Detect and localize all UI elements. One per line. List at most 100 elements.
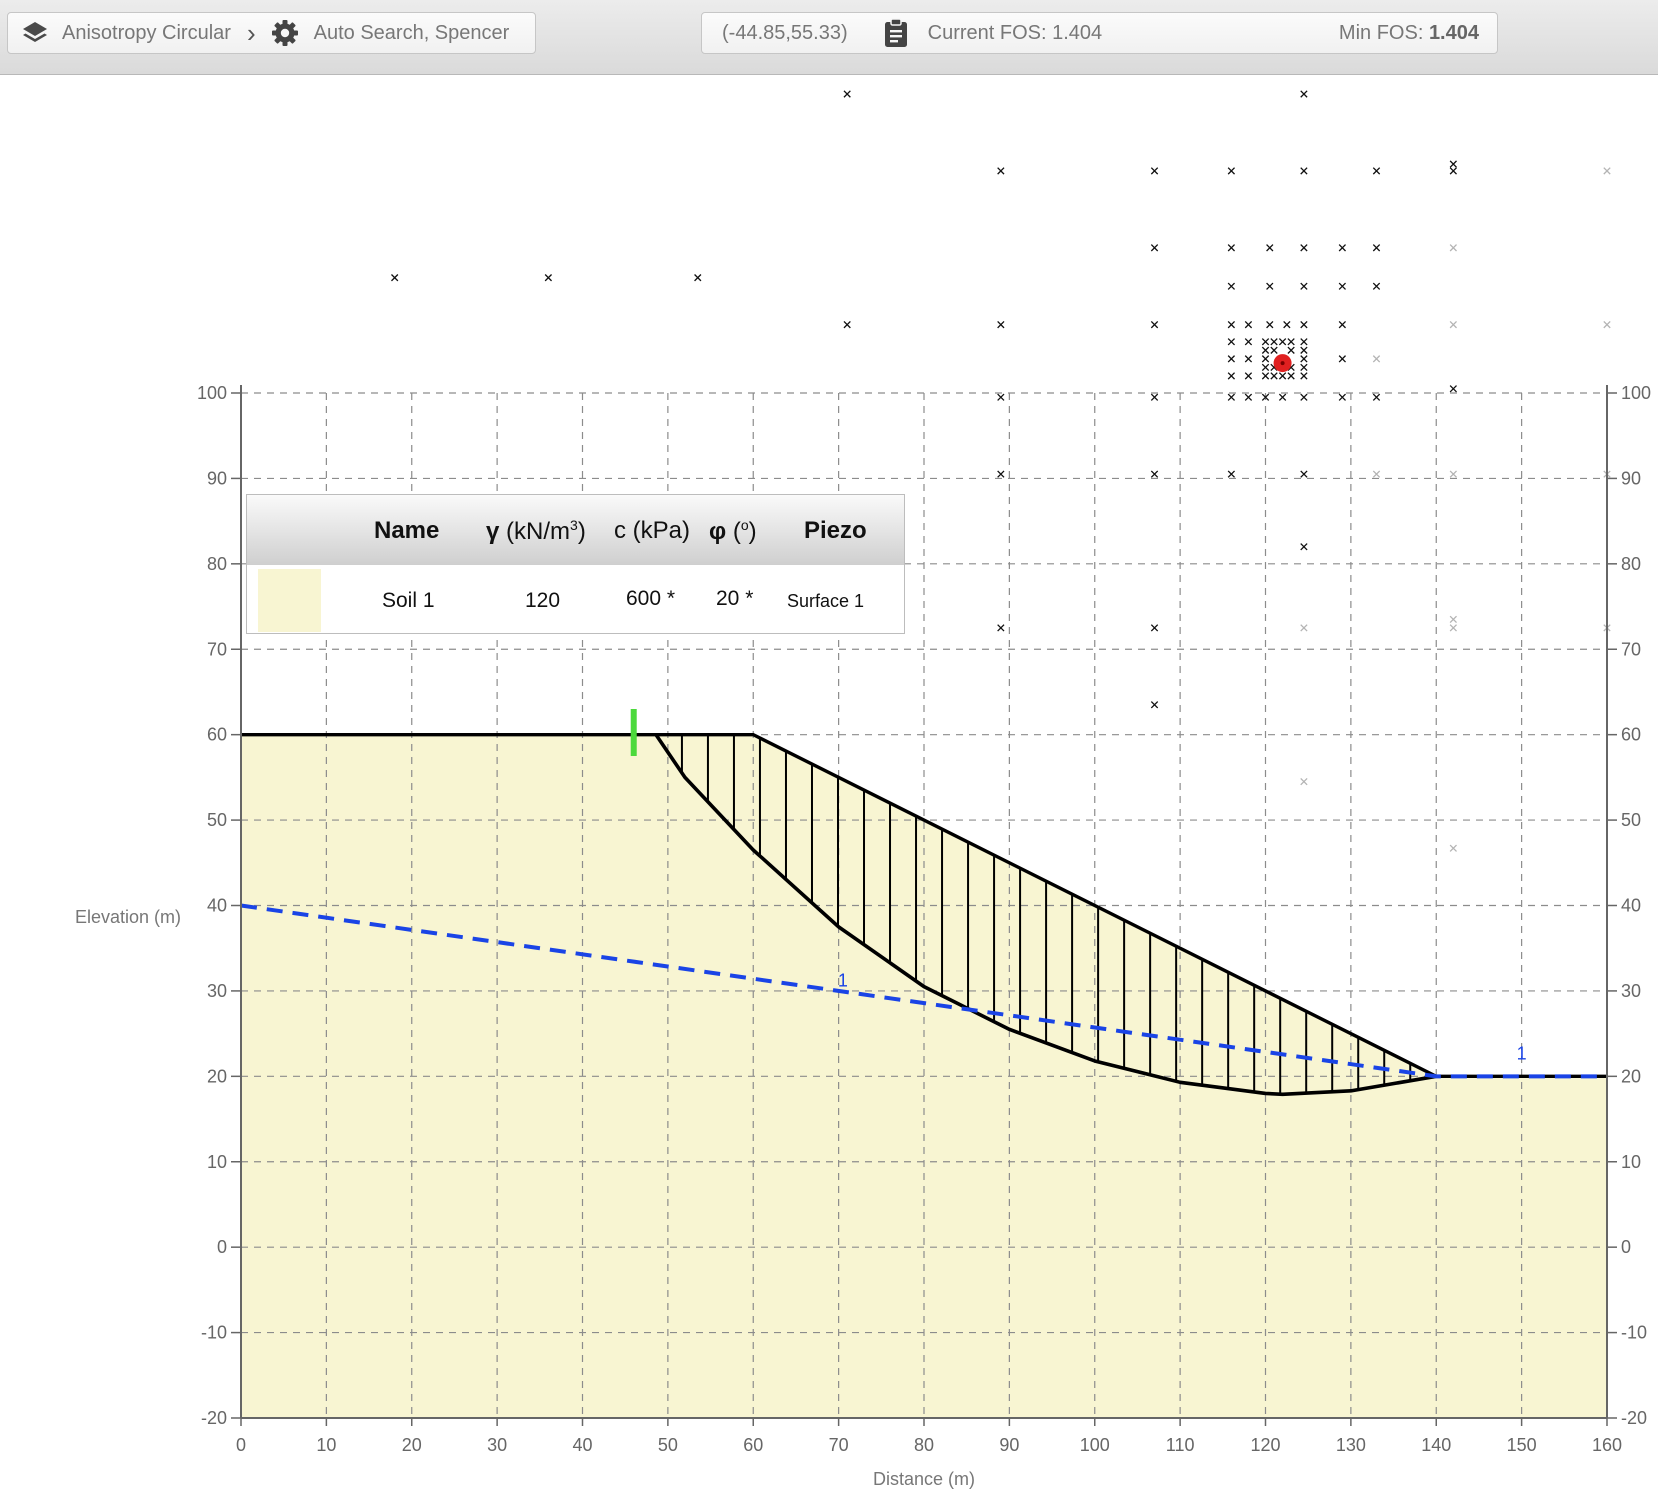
slip-center-point[interactable] [1300, 543, 1308, 551]
slip-center-point[interactable] [1338, 355, 1346, 363]
slip-center-point[interactable] [997, 470, 1005, 478]
slip-center-point[interactable] [1244, 338, 1253, 346]
slip-center-point[interactable] [1300, 355, 1308, 363]
slip-center-point[interactable] [1300, 393, 1308, 401]
slip-center-point[interactable] [1150, 244, 1159, 252]
slip-center-point[interactable] [997, 167, 1005, 175]
slip-center-point-grey[interactable] [1449, 321, 1457, 329]
y-tick-label-left: 10 [207, 1152, 227, 1172]
slip-center-point[interactable] [1287, 346, 1295, 354]
slip-center-point[interactable] [1227, 282, 1236, 290]
slip-center-point[interactable] [1300, 363, 1308, 372]
clipboard-icon[interactable] [882, 17, 910, 49]
y-tick-label-right: -10 [1621, 1323, 1647, 1343]
slip-center-point[interactable] [1266, 282, 1274, 290]
slip-center-point-grey[interactable] [1449, 244, 1457, 252]
slip-center-point-grey[interactable] [1300, 624, 1308, 632]
slip-center-point[interactable] [1300, 167, 1308, 175]
slip-center-point[interactable] [1287, 338, 1295, 346]
slip-center-point[interactable] [1261, 355, 1270, 363]
slip-center-point-grey[interactable] [1449, 470, 1457, 478]
slip-center-point[interactable] [1150, 470, 1159, 478]
slip-center-point[interactable] [544, 274, 553, 282]
slip-center-point-grey[interactable] [1449, 615, 1457, 624]
slip-center-point[interactable] [1372, 282, 1381, 290]
slip-center-point[interactable] [1449, 385, 1457, 393]
x-axis-label: Distance (m) [873, 1469, 975, 1489]
slip-center-point[interactable] [1261, 338, 1270, 346]
legend-soil-swatch[interactable] [258, 569, 321, 632]
slip-center-point[interactable] [1300, 372, 1308, 380]
slip-center-point[interactable] [1261, 363, 1270, 372]
y-tick-label-right: 80 [1621, 554, 1641, 574]
slip-center-point[interactable] [1261, 372, 1270, 380]
slip-center-point[interactable] [1266, 321, 1274, 329]
slip-center-point-grey[interactable] [1372, 355, 1381, 363]
slip-center-point[interactable] [1338, 282, 1346, 290]
slip-center-point[interactable] [1244, 393, 1253, 401]
slip-center-point[interactable] [1372, 393, 1381, 401]
slip-center-point[interactable] [1150, 701, 1159, 709]
slip-center-point[interactable] [1300, 90, 1308, 98]
slip-center-point[interactable] [1283, 321, 1291, 329]
slip-center-point[interactable] [391, 274, 399, 282]
slip-center-point[interactable] [1227, 338, 1236, 346]
slip-center-point[interactable] [1300, 346, 1308, 354]
slip-center-point-grey[interactable] [1300, 777, 1308, 786]
slip-center-point[interactable] [1372, 244, 1381, 252]
slip-center-point[interactable] [1270, 372, 1278, 380]
slip-center-point[interactable] [1338, 321, 1346, 329]
slip-center-point[interactable] [1227, 470, 1236, 478]
slip-center-point[interactable] [1150, 393, 1159, 401]
slip-center-point[interactable] [1300, 321, 1308, 329]
slip-center-point-grey[interactable] [1449, 624, 1457, 632]
breadcrumb-model[interactable]: Anisotropy Circular [62, 22, 231, 45]
slip-center-point[interactable] [1244, 372, 1253, 380]
slip-center-point[interactable] [1270, 346, 1278, 354]
slip-center-point[interactable] [1278, 372, 1287, 380]
slip-center-point[interactable] [997, 624, 1005, 632]
legend-header-piezo: Piezo [804, 517, 867, 544]
slip-center-point[interactable] [1449, 167, 1457, 175]
slip-center-point[interactable] [1150, 321, 1159, 329]
y-tick-label-left: 60 [207, 725, 227, 745]
slip-center-point[interactable] [1227, 393, 1236, 401]
slip-center-point-grey[interactable] [1372, 470, 1381, 478]
slip-center-point[interactable] [1150, 624, 1159, 632]
slip-center-point[interactable] [1266, 244, 1274, 252]
slip-center-point[interactable] [1261, 346, 1270, 354]
slip-center-point-grey[interactable] [1603, 167, 1611, 175]
gear-icon[interactable] [270, 18, 300, 48]
slip-center-point[interactable] [1300, 244, 1308, 252]
slip-center-point[interactable] [1287, 372, 1295, 380]
slip-center-point[interactable] [997, 321, 1005, 329]
slope-model-chart[interactable]: 11 -20 -20-10 -100 010 1020 2030 3040 4050 5060 6… [0, 75, 1658, 1496]
slip-center-point[interactable] [1150, 167, 1159, 175]
slip-center-point[interactable] [1227, 372, 1236, 380]
slip-center-point[interactable] [1227, 355, 1236, 363]
slip-center-point[interactable] [1338, 244, 1346, 252]
slip-center-point[interactable] [1278, 338, 1287, 346]
slip-center-point[interactable] [1449, 160, 1457, 168]
layers-icon[interactable] [20, 18, 50, 48]
slip-center-point[interactable] [1300, 338, 1308, 346]
slip-center-point[interactable] [1300, 282, 1308, 290]
slip-center-point[interactable] [1270, 338, 1278, 346]
slip-center-point[interactable] [1227, 244, 1236, 252]
slip-center-point[interactable] [694, 274, 702, 282]
slip-center-point[interactable] [1278, 393, 1287, 401]
slip-center-point[interactable] [1244, 355, 1253, 363]
slip-center-point[interactable] [1244, 321, 1253, 329]
slip-center-point[interactable] [1372, 167, 1381, 175]
slip-center-point-grey[interactable] [1603, 321, 1611, 329]
slip-center-point[interactable] [1227, 321, 1236, 329]
slip-center-point[interactable] [997, 393, 1005, 401]
slip-center-point-grey[interactable] [1449, 844, 1457, 852]
slip-center-point[interactable] [1338, 393, 1346, 401]
legend-gamma-unit: (kN/m [499, 518, 571, 545]
slip-center-point[interactable] [1227, 167, 1236, 175]
slip-center-point[interactable] [1300, 470, 1308, 478]
slip-center-point[interactable] [843, 90, 851, 98]
breadcrumb-analysis[interactable]: Auto Search, Spencer [314, 22, 510, 45]
slip-center-point[interactable] [843, 321, 851, 329]
